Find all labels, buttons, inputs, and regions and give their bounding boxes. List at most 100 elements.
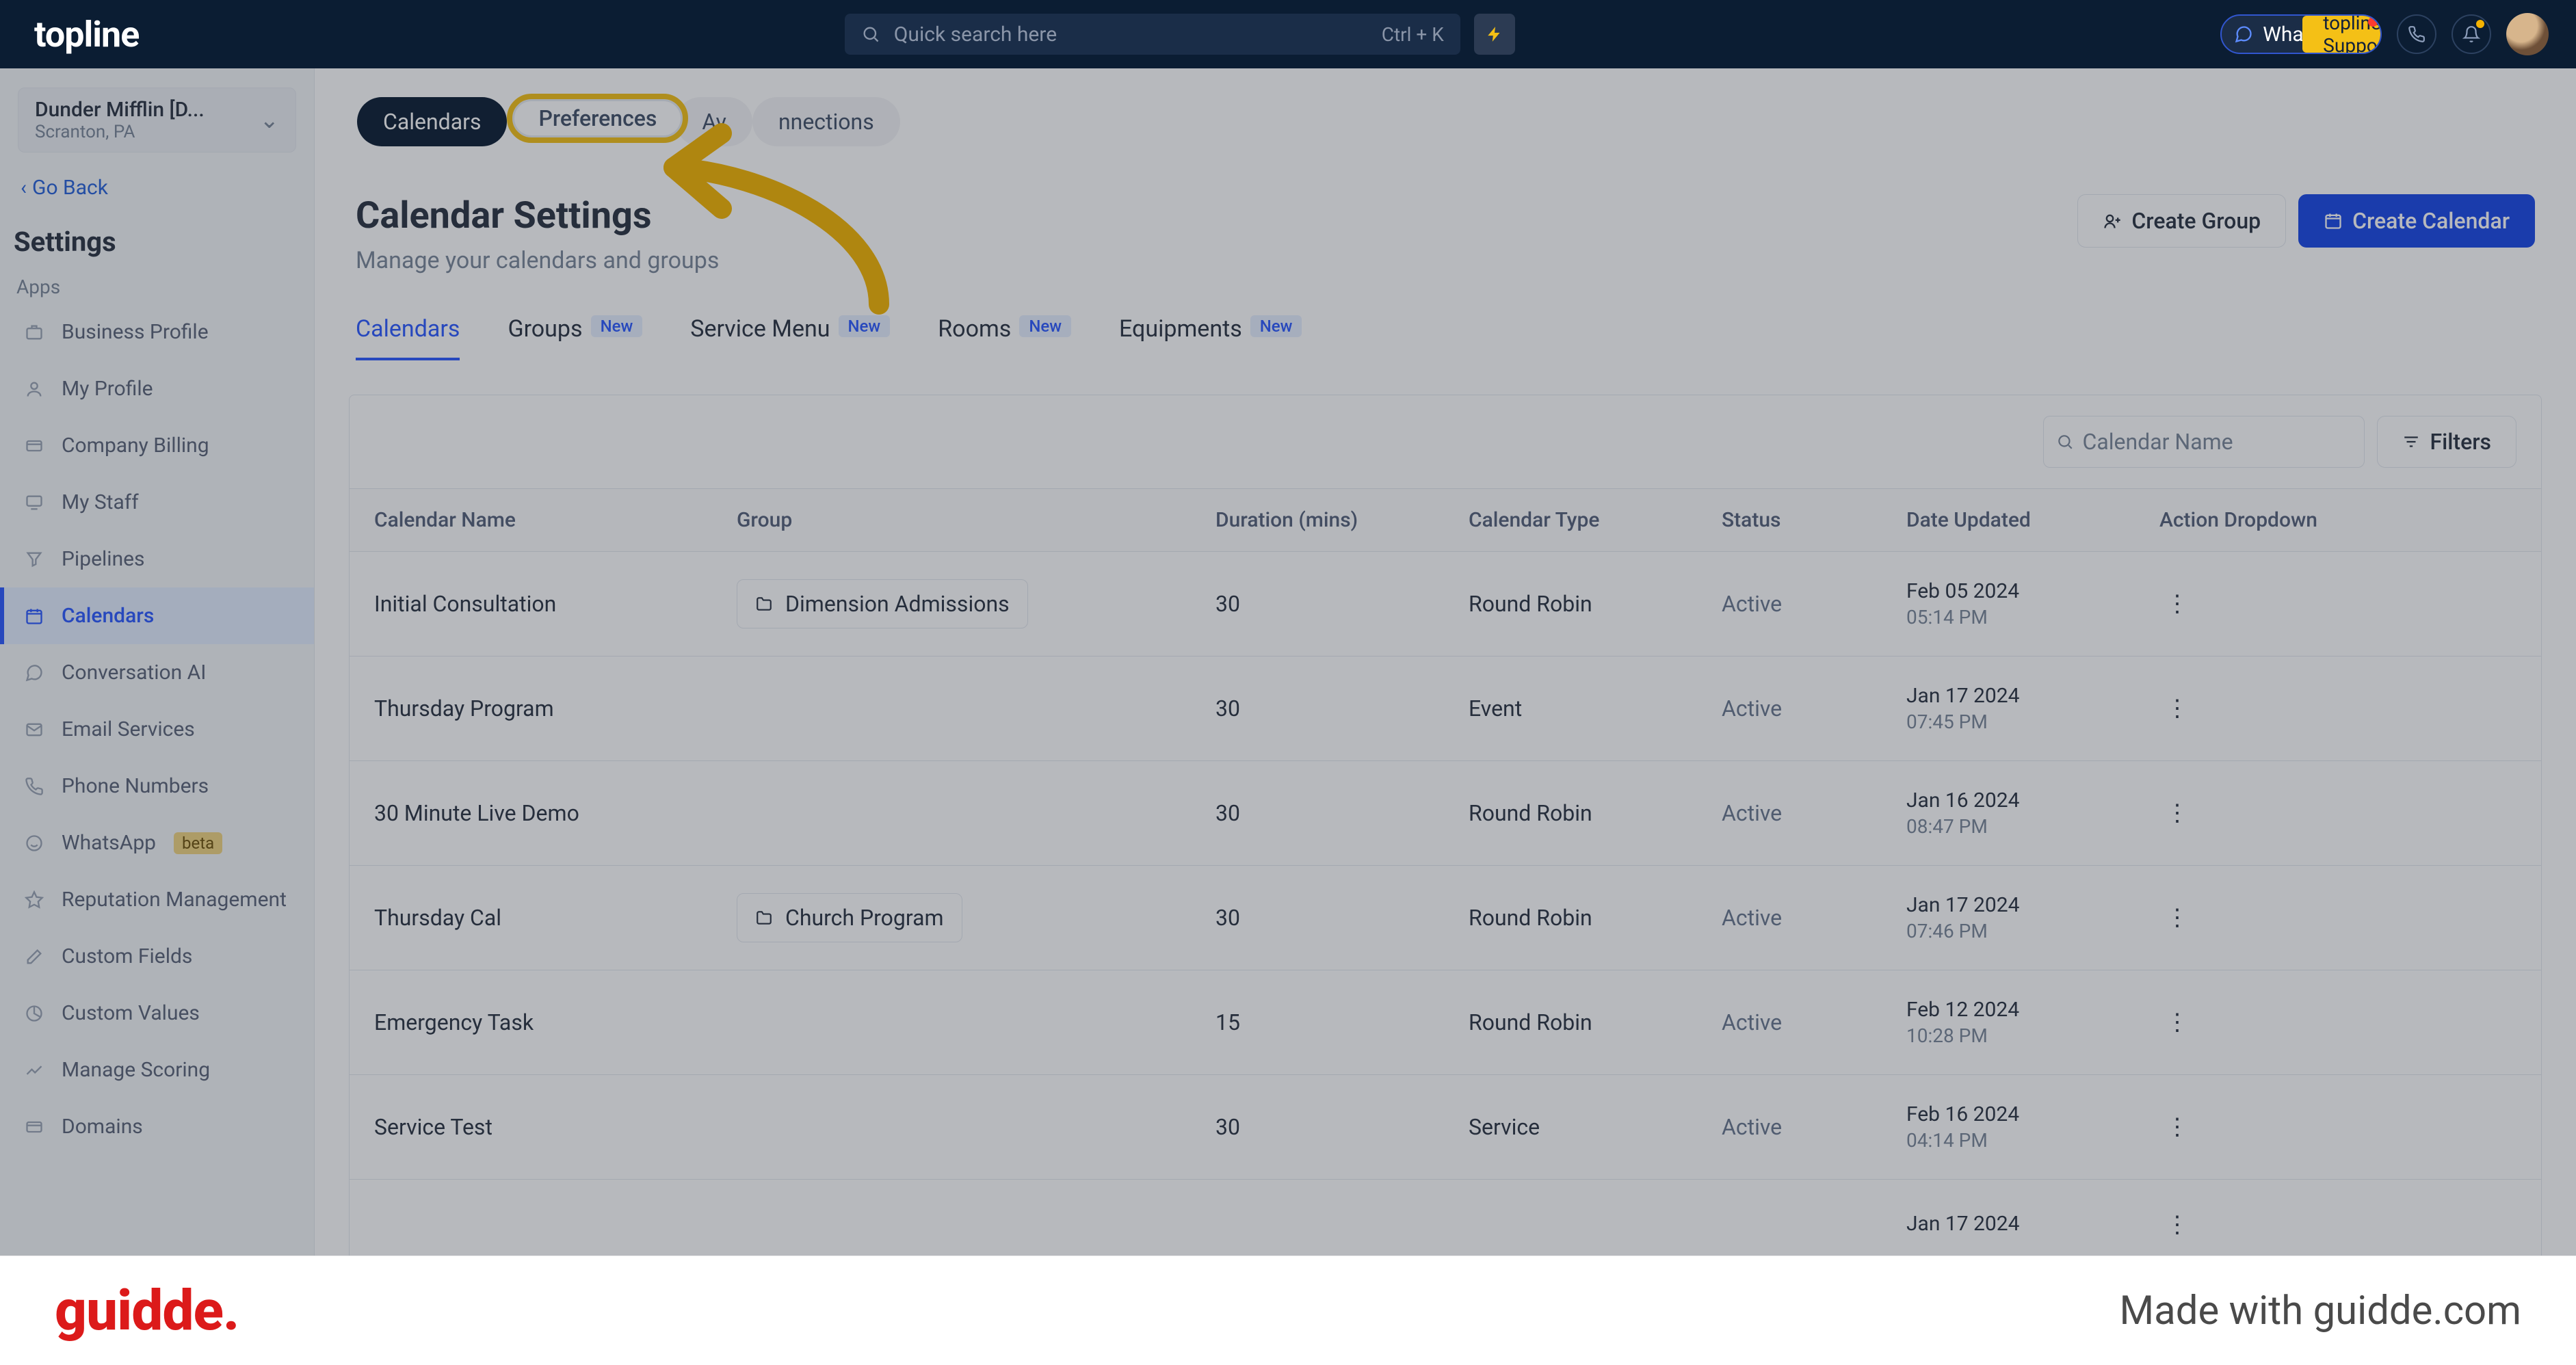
sidebar-item-my-profile[interactable]: My Profile	[0, 360, 314, 417]
sidebar-item-manage-scoring[interactable]: Manage Scoring	[0, 1042, 314, 1098]
cell-status: Active	[1697, 657, 1882, 761]
star-icon	[25, 890, 48, 910]
cell-status: Active	[1697, 1075, 1882, 1180]
whats-new-button[interactable]: What topline Support dates	[2220, 14, 2382, 54]
group-chip[interactable]: Church Program	[737, 893, 962, 942]
phone-button[interactable]	[2397, 14, 2436, 54]
row-action-button[interactable]: ⋮	[2159, 691, 2195, 726]
briefcase-icon	[25, 323, 48, 342]
sidebar-item-conversation-ai[interactable]: Conversation AI	[0, 644, 314, 701]
notifications-button[interactable]	[2452, 14, 2491, 54]
table-row: Service Test30ServiceActiveFeb 16 202404…	[350, 1075, 2541, 1180]
create-group-button[interactable]: Create Group	[2077, 194, 2286, 248]
filter-icon	[2402, 433, 2420, 451]
tab-preferences[interactable]: Preferences	[507, 94, 688, 143]
calendar-name-search[interactable]: Calendar Name	[2043, 416, 2365, 468]
sidebar-item-pipelines[interactable]: Pipelines	[0, 531, 314, 587]
col-updated[interactable]: Date Updated	[1882, 489, 2135, 552]
sidebar-item-whatsapp[interactable]: WhatsAppbeta	[0, 814, 314, 871]
screen-icon	[25, 493, 48, 512]
tab-calendars[interactable]: Calendars	[357, 97, 507, 146]
sidebar-item-label: My Profile	[62, 377, 153, 401]
subtab-rooms[interactable]: Rooms New	[938, 315, 1071, 360]
sidebar-item-custom-values[interactable]: Custom Values	[0, 985, 314, 1042]
subtab-equipments[interactable]: Equipments New	[1119, 315, 1302, 360]
subtab-groups[interactable]: Groups New	[508, 315, 642, 360]
folder-icon	[755, 909, 773, 927]
sidebar-item-label: Custom Values	[62, 1001, 200, 1025]
sidebar-item-label: Phone Numbers	[62, 774, 209, 798]
cell-type: Round Robin	[1444, 866, 1697, 970]
filter-icon	[25, 550, 48, 569]
bolt-icon	[1486, 25, 1503, 43]
sidebar-item-company-billing[interactable]: Company Billing	[0, 417, 314, 474]
search-icon	[861, 25, 880, 44]
cell-type: Service	[1444, 1075, 1697, 1180]
calendar-name-placeholder: Calendar Name	[2082, 429, 2233, 455]
row-action-button[interactable]: ⋮	[2159, 795, 2195, 831]
cell-status: Active	[1697, 970, 1882, 1075]
made-with-label: Made with guidde.com	[2120, 1288, 2521, 1334]
row-action-button[interactable]: ⋮	[2159, 1109, 2195, 1145]
col-type[interactable]: Calendar Type	[1444, 489, 1697, 552]
sidebar-group-label: Apps	[16, 276, 298, 298]
cell-duration: 30	[1191, 1075, 1444, 1180]
pie-icon	[25, 1004, 48, 1023]
subtab-service-menu-label: Service Menu	[690, 315, 830, 343]
card-icon	[25, 436, 48, 455]
go-back-link[interactable]: ‹ Go Back	[0, 159, 314, 216]
cell-name: Emergency Task	[350, 970, 712, 1075]
subtab-equipments-label: Equipments	[1119, 315, 1242, 343]
branch-name: Dunder Mifflin [D...	[35, 98, 205, 122]
sidebar-item-custom-fields[interactable]: Custom Fields	[0, 928, 314, 985]
filters-button[interactable]: Filters	[2377, 416, 2516, 468]
cell-status: Active	[1697, 552, 1882, 657]
group-chip[interactable]: Dimension Admissions	[737, 579, 1028, 628]
search-input[interactable]: Quick search here Ctrl + K	[845, 14, 1460, 55]
branch-switcher[interactable]: Dunder Mifflin [D... Scranton, PA ⌄	[18, 88, 296, 153]
user-plus-icon	[2103, 211, 2122, 230]
sidebar-item-reputation[interactable]: Reputation Management	[0, 871, 314, 928]
cell-name: Thursday Program	[350, 657, 712, 761]
notification-dot-icon	[2368, 17, 2378, 27]
bell-dot-icon	[2476, 20, 2484, 28]
trend-icon	[25, 1061, 48, 1080]
row-action-button[interactable]: ⋮	[2159, 1207, 2195, 1243]
sidebar-item-label: Domains	[62, 1115, 143, 1139]
cell-group	[712, 657, 1191, 761]
cell-duration: 30	[1191, 657, 1444, 761]
cell-type: Round Robin	[1444, 761, 1697, 866]
col-status[interactable]: Status	[1697, 489, 1882, 552]
cell-type: Event	[1444, 657, 1697, 761]
row-action-button[interactable]: ⋮	[2159, 900, 2195, 936]
sidebar-item-business-profile[interactable]: Business Profile	[0, 304, 314, 360]
phone-icon	[2408, 25, 2426, 43]
create-calendar-label: Create Calendar	[2352, 208, 2510, 234]
sidebar-item-domains[interactable]: Domains	[0, 1098, 314, 1155]
sidebar-item-email-services[interactable]: Email Services	[0, 701, 314, 758]
sidebar-item-phone-numbers[interactable]: Phone Numbers	[0, 758, 314, 814]
table-row: Initial ConsultationDimension Admissions…	[350, 552, 2541, 657]
row-action-button[interactable]: ⋮	[2159, 1005, 2195, 1040]
phone-icon	[25, 777, 48, 796]
row-action-button[interactable]: ⋮	[2159, 586, 2195, 622]
sidebar-item-calendars[interactable]: Calendars	[0, 587, 314, 644]
col-action[interactable]: Action Dropdown	[2135, 489, 2541, 552]
new-badge: New	[1019, 315, 1071, 337]
cell-name: Service Test	[350, 1075, 712, 1180]
avatar[interactable]	[2506, 13, 2549, 55]
chat-icon	[25, 663, 48, 682]
create-group-label: Create Group	[2131, 208, 2261, 234]
col-name[interactable]: Calendar Name	[350, 489, 712, 552]
sidebar-item-label: Company Billing	[62, 434, 209, 458]
cell-group	[712, 1075, 1191, 1180]
col-duration[interactable]: Duration (mins)	[1191, 489, 1444, 552]
create-calendar-button[interactable]: Create Calendar	[2298, 194, 2535, 248]
bolt-button[interactable]	[1474, 14, 1515, 55]
subtab-calendars[interactable]: Calendars	[356, 315, 460, 360]
guidde-logo: guidde.	[55, 1278, 239, 1344]
sidebar-item-my-staff[interactable]: My Staff	[0, 474, 314, 531]
tab-connections[interactable]: nnections	[752, 97, 900, 146]
subtab-service-menu[interactable]: Service Menu New	[690, 315, 890, 360]
col-group[interactable]: Group	[712, 489, 1191, 552]
